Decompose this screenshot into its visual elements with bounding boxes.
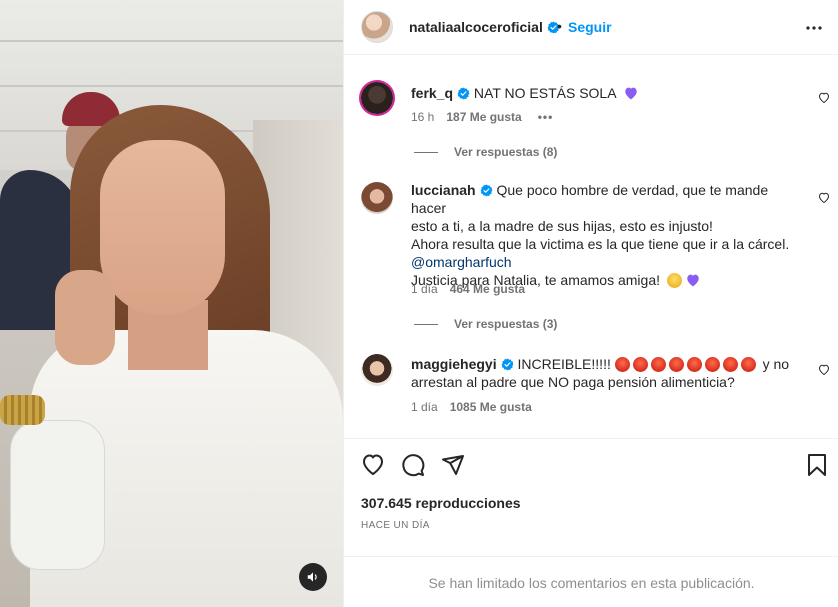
comment-likes[interactable]: 464 Me gusta xyxy=(450,282,525,296)
sound-toggle-button[interactable] xyxy=(299,563,327,591)
post-author-username-text[interactable]: nataliaalcoceroficial xyxy=(409,19,543,35)
view-replies-button[interactable]: Ver respuestas (8) xyxy=(414,145,557,159)
more-options-icon[interactable] xyxy=(806,26,822,30)
angry-face-emoji-icon xyxy=(632,357,648,372)
verified-badge-icon xyxy=(480,184,493,197)
media-ceiling-line xyxy=(0,85,343,87)
comment-meta: 1 día 464 Me gusta xyxy=(411,282,525,296)
post-actions-section: 307.645 reproducciones HACE UN DÍA Se ha… xyxy=(344,438,838,607)
comment-meta: 1 día 1085 Me gusta xyxy=(411,400,532,414)
commenter-username[interactable]: maggiehegyi xyxy=(411,356,497,372)
like-comment-heart-icon[interactable] xyxy=(818,192,830,204)
comment-time: 1 día xyxy=(411,400,438,414)
comment-body: NAT NO ESTÁS SOLA xyxy=(473,85,616,101)
comment-time: 1 día xyxy=(411,282,438,296)
comments-panel: nataliaalcoceroficial • Seguir ferk_q NA… xyxy=(343,0,838,607)
angry-face-emoji-icon xyxy=(614,357,630,372)
header-separator: • xyxy=(557,18,562,34)
view-count[interactable]: 307.645 reproducciones xyxy=(361,495,521,511)
media-ceiling-line xyxy=(0,40,343,42)
post-author-username[interactable]: nataliaalcoceroficial xyxy=(409,19,560,35)
comment-bubble-icon[interactable] xyxy=(401,453,425,477)
save-bookmark-icon[interactable] xyxy=(806,453,828,477)
post-header: nataliaalcoceroficial • Seguir xyxy=(344,0,838,55)
post-author-avatar[interactable] xyxy=(361,11,393,43)
verified-badge-icon xyxy=(501,358,514,371)
comment-body-line: esto a ti, a la madre de sus hijas, esto… xyxy=(411,218,713,234)
purple-heart-emoji-icon xyxy=(624,87,637,100)
replies-divider xyxy=(414,323,438,325)
purple-heart-emoji-icon xyxy=(687,274,699,287)
comment-body: y no xyxy=(762,356,790,372)
like-heart-icon[interactable] xyxy=(361,453,385,477)
verified-badge-icon xyxy=(457,87,470,100)
comment-text: ferk_q NAT NO ESTÁS SOLA xyxy=(411,84,806,102)
share-paper-plane-icon[interactable] xyxy=(441,453,465,477)
view-replies-label[interactable]: Ver respuestas (3) xyxy=(454,317,557,331)
comment-time: 16 h xyxy=(411,110,435,124)
view-replies-button[interactable]: Ver respuestas (3) xyxy=(414,317,557,331)
like-comment-heart-icon[interactable] xyxy=(818,92,830,104)
angry-face-emoji-icon xyxy=(668,357,684,372)
speaker-icon xyxy=(307,572,317,582)
commenter-avatar[interactable] xyxy=(361,82,393,114)
mention-link[interactable]: @omargharfuch xyxy=(411,253,806,271)
sad-face-emoji-icon xyxy=(666,273,682,288)
commenter-avatar[interactable] xyxy=(361,182,393,214)
post-timestamp[interactable]: HACE UN DÍA xyxy=(361,520,430,531)
comment-body-line: arrestan al padre que NO paga pensión al… xyxy=(411,374,735,390)
media-hand xyxy=(55,270,115,365)
commenter-username[interactable]: luccianah xyxy=(411,182,476,198)
angry-face-emoji-icon xyxy=(686,357,702,372)
commenter-username[interactable]: ferk_q xyxy=(411,85,453,101)
commenter-avatar[interactable] xyxy=(361,354,393,386)
comment-options[interactable]: ••• xyxy=(538,110,554,124)
view-replies-label[interactable]: Ver respuestas (8) xyxy=(454,145,557,159)
angry-face-emoji-icon xyxy=(722,357,738,372)
media-face xyxy=(100,140,225,315)
comments-limited-notice: Se han limitado los comentarios en esta … xyxy=(344,556,838,607)
comment-likes[interactable]: 1085 Me gusta xyxy=(450,400,532,414)
comment-meta: 16 h 187 Me gusta ••• xyxy=(411,110,553,124)
follow-button[interactable]: Seguir xyxy=(568,19,612,35)
like-comment-heart-icon[interactable] xyxy=(818,364,830,376)
angry-emoji-row xyxy=(614,356,759,372)
post-media[interactable] xyxy=(0,0,343,607)
media-face-mask xyxy=(10,420,105,570)
comment-body-line: Ahora resulta que la victima es la que t… xyxy=(411,236,790,252)
comment-body: INCREIBLE!!!!! xyxy=(517,356,611,372)
media-bracelet xyxy=(0,395,45,425)
replies-divider xyxy=(414,151,438,153)
angry-face-emoji-icon xyxy=(650,357,666,372)
angry-face-emoji-icon xyxy=(704,357,720,372)
comment-likes[interactable]: 187 Me gusta xyxy=(446,110,521,124)
comment-text: maggiehegyi INCREIBLE!!!!! y no arrestan… xyxy=(411,355,806,391)
angry-face-emoji-icon xyxy=(740,357,756,372)
comment-text: luccianah Que poco hombre de verdad, que… xyxy=(411,181,806,289)
